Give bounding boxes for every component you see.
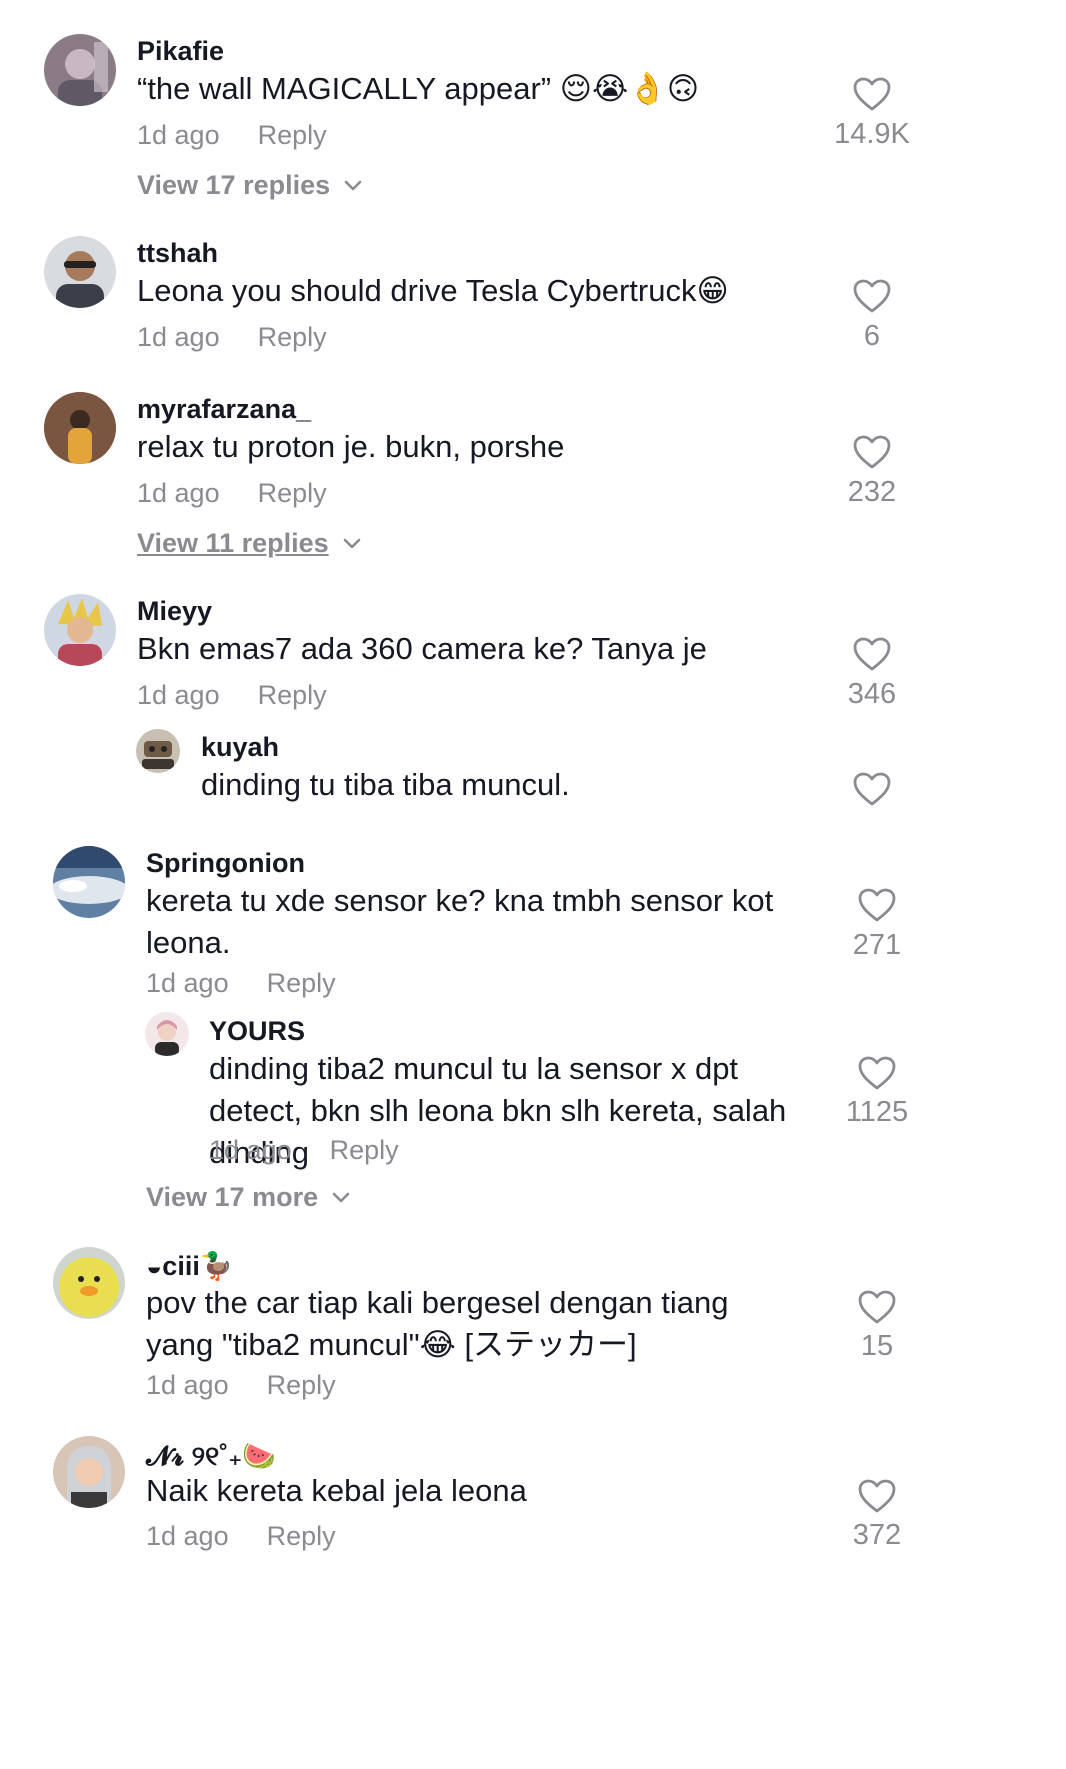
comment-username[interactable]: ◒ciii🦆 [146, 1250, 233, 1282]
comment-time: 1d ago [137, 120, 220, 150]
avatar[interactable] [53, 1247, 125, 1319]
like-heart-icon[interactable] [852, 434, 892, 470]
comment-meta: 1d ago Reply [137, 322, 365, 353]
comment-time: 1d ago [146, 1370, 229, 1400]
comment-text: Naik kereta kebal jela leona [146, 1473, 527, 1508]
like-count: 346 [847, 678, 897, 710]
comment-username[interactable]: 𝓝𝓻 ୨୧˚₊🍉 [146, 1440, 276, 1473]
reply-button[interactable]: Reply [258, 680, 327, 710]
like-count: 271 [852, 929, 902, 961]
reply-button[interactable]: Reply [267, 1370, 336, 1400]
comment-time: 1d ago [146, 1521, 229, 1551]
avatar[interactable] [145, 1012, 189, 1056]
comment-meta: 1d ago Reply [146, 1521, 374, 1552]
reply-button[interactable]: Reply [258, 478, 327, 508]
reply-button[interactable]: Reply [330, 1135, 399, 1165]
comment-meta: 1d ago Reply [137, 478, 365, 509]
like-heart-icon[interactable] [852, 76, 892, 112]
avatar[interactable] [44, 34, 116, 106]
comment-meta: 1d ago Reply [146, 1370, 374, 1401]
reply-button[interactable]: Reply [258, 120, 327, 150]
like-count: 372 [852, 1519, 902, 1551]
comment-text: relax tu proton je. bukn, porshe [137, 429, 565, 464]
like-heart-icon[interactable] [857, 1055, 897, 1091]
comment-time: 1d ago [137, 478, 220, 508]
comment-meta: 1d ago Reply [137, 120, 365, 151]
comment-text: kereta tu xde sensor ke? kna tmbh sensor… [146, 883, 774, 960]
comment-meta: 1d ago Reply [137, 680, 365, 711]
view-replies-label: View 17 replies [137, 170, 331, 200]
like-heart-icon[interactable] [857, 887, 897, 923]
like-count: 6 [863, 320, 881, 352]
reply-username[interactable]: kuyah [201, 732, 279, 763]
reply-meta: 1d ago Reply [209, 1135, 437, 1166]
avatar[interactable] [53, 846, 125, 918]
like-heart-icon[interactable] [852, 636, 892, 672]
comment-username[interactable]: Springonion [146, 848, 305, 879]
comment-time: 1d ago [146, 968, 229, 998]
like-count: 1125 [845, 1096, 909, 1128]
like-count: 14.9K [834, 118, 910, 150]
reply-username[interactable]: YOURS [209, 1016, 305, 1047]
comment-username[interactable]: ttshah [137, 238, 218, 269]
comment-username[interactable]: Pikafie [137, 36, 224, 67]
like-count: 15 [860, 1330, 894, 1362]
reply-button[interactable]: Reply [267, 968, 336, 998]
reply-button[interactable]: Reply [267, 1521, 336, 1551]
view-more-label: View 17 more [146, 1182, 319, 1212]
comment-time: 1d ago [137, 322, 220, 352]
avatar[interactable] [44, 594, 116, 666]
chevron-down-icon [332, 1192, 350, 1202]
like-heart-icon[interactable] [857, 1289, 897, 1325]
view-replies-button[interactable]: View 11 replies [137, 528, 361, 559]
comment-time: 1d ago [137, 680, 220, 710]
like-heart-icon[interactable] [852, 771, 892, 807]
reply-button[interactable]: Reply [258, 322, 327, 352]
reply-time: 1d ago [209, 1135, 292, 1165]
view-replies-button[interactable]: View 17 replies [137, 170, 362, 201]
reply-text: dinding tu tiba tiba muncul. [201, 767, 570, 802]
like-count: 232 [847, 476, 897, 508]
chevron-down-icon [343, 538, 360, 548]
avatar[interactable] [44, 236, 116, 308]
comment-text: Bkn emas7 ada 360 camera ke? Tanya je [137, 631, 707, 666]
view-more-button[interactable]: View 17 more [146, 1182, 350, 1213]
like-heart-icon[interactable] [852, 278, 892, 314]
comment-meta: 1d ago Reply [146, 968, 374, 999]
comment-username[interactable]: myrafarzana_ [137, 394, 311, 425]
avatar[interactable] [53, 1436, 125, 1508]
chevron-down-icon [344, 180, 362, 190]
comment-username[interactable]: Mieyy [137, 596, 212, 627]
avatar[interactable] [44, 392, 116, 464]
comment-text: pov the car tiap kali bergesel dengan ti… [146, 1285, 729, 1362]
view-replies-label: View 11 replies [137, 528, 329, 558]
comment-text: “the wall MAGICALLY appear” 😌😭👌🙃 [137, 71, 700, 106]
avatar[interactable] [136, 729, 180, 773]
like-heart-icon[interactable] [857, 1478, 897, 1514]
comment-text: Leona you should drive Tesla Cybertruck😁 [137, 273, 729, 308]
